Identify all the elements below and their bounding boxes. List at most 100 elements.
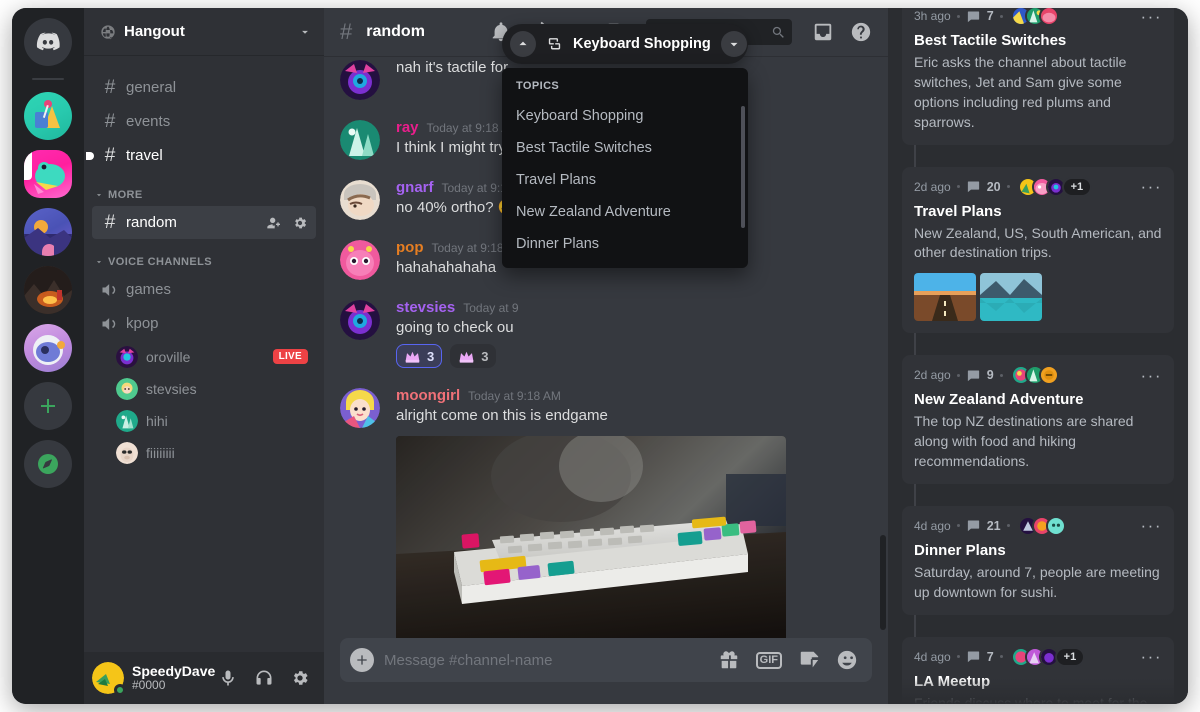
topic-item-best-tactile-switches[interactable]: Best Tactile Switches — [502, 132, 748, 164]
gif-button[interactable]: GIF — [755, 651, 782, 669]
thread-more-options-button[interactable]: ··· — [1141, 517, 1162, 534]
category-more[interactable]: MORE — [84, 173, 324, 205]
message-author[interactable]: pop — [396, 238, 424, 258]
microphone-icon — [222, 670, 234, 686]
headphones-icon — [256, 670, 272, 685]
participant-avatars — [1010, 365, 1059, 386]
sidebar-channel-random[interactable]: # random — [92, 206, 316, 239]
avatar[interactable] — [340, 60, 380, 100]
user-settings-button[interactable] — [284, 662, 316, 694]
chevron-down-icon[interactable] — [298, 25, 312, 39]
reaction-count: 3 — [427, 348, 435, 364]
reaction-pill[interactable]: 3 — [450, 344, 497, 369]
sidebar-channel-travel[interactable]: # travel — [86, 139, 316, 172]
category-label: VOICE CHANNELS — [108, 256, 212, 268]
sticker-icon — [800, 651, 819, 668]
voice-member-name: hihi — [146, 412, 168, 429]
thread-message-count: 7 — [986, 649, 994, 664]
discord-home-button[interactable] — [24, 18, 72, 66]
message-attachment-image[interactable] — [396, 436, 786, 638]
avatar[interactable] — [340, 240, 380, 280]
voice-member-name: fiiiiiiii — [146, 444, 175, 461]
avatar[interactable] — [340, 180, 380, 220]
sidebar-channel-events[interactable]: # events — [92, 105, 316, 138]
unread-indicator — [86, 151, 94, 160]
thread-card-new-zealand-adventure[interactable]: 2d ago 9 ··· New Zealand Adventure The t… — [902, 355, 1174, 484]
sidebar-channel-general[interactable]: # general — [92, 71, 316, 104]
topics-popover: Keyboard Shopping TOPICS Keyboard Shoppi… — [502, 24, 748, 268]
participant-avatars — [1010, 8, 1059, 26]
scrollbar[interactable] — [741, 106, 745, 228]
server-icon-night[interactable] — [24, 208, 72, 256]
deafen-button[interactable] — [248, 662, 280, 694]
server-icon-frog[interactable] — [24, 150, 72, 198]
topic-item-keyboard-shopping[interactable]: Keyboard Shopping — [502, 100, 748, 132]
avatar — [1038, 8, 1059, 26]
add-server-button[interactable] — [24, 382, 72, 430]
category-voice-channels[interactable]: VOICE CHANNELS — [84, 240, 324, 272]
avatar[interactable] — [340, 120, 380, 160]
message-author[interactable]: gnarf — [396, 178, 434, 198]
thread-card-best-tactile-switches[interactable]: 3h ago 7 ··· Best Tactile Switches Eric … — [902, 8, 1174, 145]
thread-more-options-button[interactable]: ··· — [1141, 178, 1162, 195]
voice-member-stevsies[interactable]: stevsies — [108, 373, 316, 404]
dot-separator — [956, 524, 960, 528]
thread-more-options-button[interactable]: ··· — [1141, 648, 1162, 665]
server-icon-art[interactable] — [24, 92, 72, 140]
voice-channel-label: kpop — [126, 315, 159, 332]
thread-card-dinner-plans[interactable]: 4d ago 21 ··· Dinner Plans Saturday, aro… — [902, 505, 1174, 615]
user-panel: SpeedyDave #0000 — [84, 652, 324, 704]
emoji-button[interactable] — [836, 649, 858, 671]
explore-servers-button[interactable] — [24, 440, 72, 488]
sidebar-voice-kpop[interactable]: kpop — [92, 307, 316, 340]
voice-member-hihi[interactable]: hihi — [108, 405, 316, 436]
help-icon[interactable] — [850, 21, 872, 43]
sidebar-voice-games[interactable]: games — [92, 273, 316, 306]
server-header[interactable]: Hangout — [84, 8, 324, 56]
thread-thumbnails — [914, 273, 1162, 322]
message-input[interactable]: Message #channel-name GIF — [340, 638, 872, 682]
voice-member-oroville[interactable]: oroville LIVE — [108, 341, 316, 372]
chevron-up-icon — [519, 41, 527, 46]
message-author[interactable]: ray — [396, 118, 419, 138]
thread-description: New Zealand, US, South American, and oth… — [914, 224, 1162, 261]
avatar[interactable] — [340, 300, 380, 340]
inbox-icon[interactable] — [812, 21, 834, 43]
sticker-button[interactable] — [798, 649, 820, 671]
thread-more-options-button[interactable]: ··· — [1141, 367, 1162, 384]
avatar — [116, 441, 138, 464]
plus-icon — [357, 655, 367, 665]
thread-card-la-meetup[interactable]: 4d ago 7 +1 ··· LA Meetup Friends discus… — [902, 636, 1174, 704]
message-timestamp: Today at 9:18 AM — [468, 389, 561, 404]
message-author[interactable]: moongirl — [396, 386, 460, 406]
topic-previous-button[interactable] — [510, 31, 536, 57]
server-icon-astronaut[interactable] — [24, 324, 72, 372]
scrollbar[interactable] — [880, 535, 886, 630]
dot-separator — [999, 14, 1003, 18]
topic-item-dinner-plans[interactable]: Dinner Plans — [502, 228, 748, 260]
thumbnail-image[interactable] — [980, 273, 1042, 322]
thumbnail-image[interactable] — [914, 273, 976, 322]
upload-file-button[interactable] — [350, 648, 374, 672]
mute-button[interactable] — [212, 662, 244, 694]
message-author[interactable]: stevsies — [396, 298, 455, 318]
avatar[interactable] — [92, 662, 126, 696]
message-composer: Message #channel-name GIF — [324, 638, 888, 704]
avatar[interactable] — [340, 388, 380, 429]
gear-icon[interactable] — [292, 215, 308, 231]
dot-separator — [999, 655, 1003, 659]
thread-timestamp: 3h ago — [914, 9, 951, 23]
server-icon-fire[interactable] — [24, 266, 72, 314]
voice-member-fiiiiiiii[interactable]: fiiiiiiii — [108, 437, 316, 468]
extra-participants-badge: +1 — [1054, 646, 1086, 667]
gift-button[interactable] — [718, 649, 740, 671]
message-body: stevsies Today at 9 going to check ou 3 — [396, 298, 872, 369]
thread-card-travel-plans[interactable]: 2d ago 20 +1 ··· Travel Plans New Zealan… — [902, 166, 1174, 334]
create-invite-icon[interactable] — [266, 215, 282, 231]
topic-next-button[interactable] — [720, 31, 747, 57]
thread-message-count: 7 — [986, 9, 994, 23]
topic-item-new-zealand-adventure[interactable]: New Zealand Adventure — [502, 196, 748, 228]
reaction-pill[interactable]: 3 — [396, 344, 443, 369]
topic-item-travel-plans[interactable]: Travel Plans — [502, 164, 748, 196]
thread-more-options-button[interactable]: ··· — [1141, 8, 1162, 25]
